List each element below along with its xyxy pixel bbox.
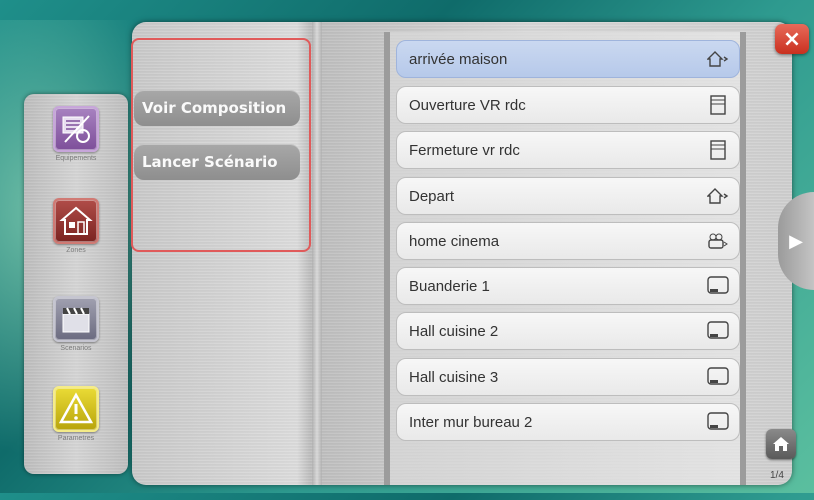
scenario-row-depart[interactable]: Depart: [396, 177, 740, 215]
dock-item-equipements[interactable]: Equipements: [38, 106, 114, 162]
panel-divider: [312, 22, 322, 485]
house-icon: [53, 198, 99, 244]
projector-icon: [707, 230, 729, 252]
page-indicator: 1/4: [770, 470, 784, 481]
dock-item-parametres[interactable]: Parametres: [38, 386, 114, 442]
left-dock: Equipements Zones Scenarios Parametres: [24, 94, 128, 474]
scenario-row-home-cinema[interactable]: home cinema: [396, 222, 740, 260]
voir-composition-button[interactable]: Voir Composition: [134, 90, 300, 126]
scenario-row-ouverture-vr[interactable]: Ouverture VR rdc: [396, 86, 740, 124]
scenario-label: Hall cuisine 2: [409, 322, 499, 340]
shutter-icon: [707, 139, 729, 161]
dock-item-scenarios[interactable]: Scenarios: [38, 296, 114, 352]
scenario-row-fermeture-vr[interactable]: Fermeture vr rdc: [396, 131, 740, 169]
scenario-label: home cinema: [409, 232, 500, 250]
dock-label: Equipements: [55, 155, 97, 162]
light-dimmer-icon: [707, 275, 729, 297]
scenario-row-arrivee-maison[interactable]: arrivée maison: [396, 40, 740, 78]
scenario-label: Inter mur bureau 2: [409, 413, 533, 431]
equipment-icon: [53, 106, 99, 152]
scenario-row-buanderie-1[interactable]: Buanderie 1: [396, 267, 740, 305]
scenario-label: Fermeture vr rdc: [409, 141, 520, 159]
dock-label: Scenarios: [60, 345, 92, 352]
lancer-scenario-button[interactable]: Lancer Scénario: [134, 144, 300, 180]
dock-label: Zones: [66, 247, 86, 254]
scenario-row-hall-cuisine-3[interactable]: Hall cuisine 3: [396, 358, 740, 396]
dock-item-zones[interactable]: Zones: [38, 198, 114, 254]
play-arrow-icon: ▶: [789, 230, 803, 252]
home-icon: [773, 437, 789, 451]
house-leave-icon: [707, 185, 729, 207]
light-dimmer-icon: [707, 320, 729, 342]
scenario-label: Buanderie 1: [409, 277, 490, 295]
clapperboard-icon: [53, 296, 99, 342]
scenario-label: arrivée maison: [409, 50, 508, 68]
light-dimmer-icon: [707, 411, 729, 433]
shutter-icon: [707, 94, 729, 116]
close-button[interactable]: ×: [775, 24, 809, 54]
scenario-label: Hall cuisine 3: [409, 368, 499, 386]
scenario-row-inter-mur-bureau-2[interactable]: Inter mur bureau 2: [396, 403, 740, 441]
warning-icon: [53, 386, 99, 432]
scenario-label: Depart: [409, 187, 455, 205]
light-dimmer-icon: [707, 366, 729, 388]
home-button[interactable]: [766, 429, 796, 459]
house-arrive-icon: [707, 48, 729, 70]
scenario-label: Ouverture VR rdc: [409, 96, 526, 114]
dock-label: Parametres: [57, 435, 95, 442]
scenario-row-hall-cuisine-2[interactable]: Hall cuisine 2: [396, 312, 740, 350]
